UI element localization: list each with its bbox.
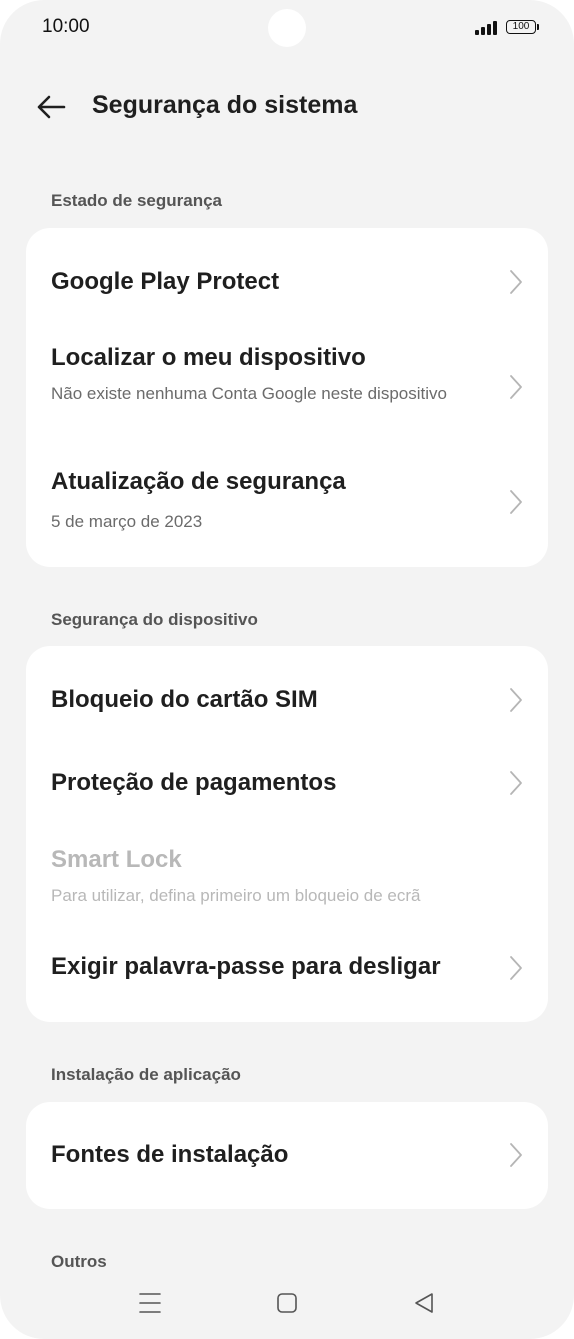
row-find-my-device[interactable]: Localizar o meu dispositivo Não existe n…: [26, 338, 548, 463]
row-subtitle: 5 de março de 2023: [51, 512, 203, 531]
home-square-icon[interactable]: [276, 1290, 298, 1321]
battery-tip: [537, 24, 539, 30]
row-smart-lock: Smart Lock Para utilizar, defina primeir…: [26, 822, 548, 920]
row-title: Smart Lock: [51, 846, 182, 873]
battery-icon: 100: [506, 20, 536, 34]
chevron-right-icon: [510, 490, 522, 514]
card-security-state: Google Play Protect Localizar o meu disp…: [26, 228, 548, 567]
page-title: Segurança do sistema: [92, 91, 358, 119]
chevron-right-icon: [510, 688, 522, 712]
front-camera: [268, 9, 306, 47]
section-label-others: Outros: [51, 1252, 107, 1271]
back-triangle-icon[interactable]: [413, 1290, 435, 1321]
arrow-left-icon[interactable]: [34, 90, 70, 124]
row-title: Localizar o meu dispositivo: [51, 344, 366, 371]
row-title: Exigir palavra-passe para desligar: [51, 953, 441, 980]
chevron-right-icon: [510, 771, 522, 795]
row-security-update[interactable]: Atualização de segurança 5 de março de 2…: [26, 463, 548, 567]
section-label-security-state: Estado de segurança: [51, 191, 223, 210]
phone-screen: 10:00 100 Segurança do sistema Estado de…: [0, 0, 574, 1339]
signal-icon: [475, 21, 497, 35]
chevron-right-icon: [510, 1143, 522, 1167]
row-title: Fontes de instalação: [51, 1141, 289, 1168]
menu-icon[interactable]: [139, 1290, 161, 1321]
card-app-install: Fontes de instalação: [26, 1102, 548, 1209]
row-title: Atualização de segurança: [51, 468, 346, 495]
section-label-device-security: Segurança do dispositivo: [51, 610, 258, 629]
section-label-app-install: Instalação de aplicação: [51, 1065, 241, 1084]
row-google-play-protect[interactable]: Google Play Protect: [26, 228, 548, 338]
row-install-sources[interactable]: Fontes de instalação: [26, 1102, 548, 1209]
row-subtitle: Não existe nenhuma Conta Google neste di…: [51, 384, 447, 403]
chevron-right-icon: [510, 270, 522, 294]
row-subtitle: Para utilizar, defina primeiro um bloque…: [51, 886, 421, 905]
status-time: 10:00: [42, 16, 90, 37]
chevron-right-icon: [510, 375, 522, 399]
row-sim-lock[interactable]: Bloqueio do cartão SIM: [26, 646, 548, 742]
row-title: Google Play Protect: [51, 268, 280, 295]
card-device-security: Bloqueio do cartão SIM Proteção de pagam…: [26, 646, 548, 1022]
row-require-password-shutdown[interactable]: Exigir palavra-passe para desligar: [26, 920, 548, 1022]
row-title: Proteção de pagamentos: [51, 769, 337, 796]
row-title: Bloqueio do cartão SIM: [51, 686, 318, 713]
chevron-right-icon: [510, 956, 522, 980]
row-payment-protection[interactable]: Proteção de pagamentos: [26, 742, 548, 822]
